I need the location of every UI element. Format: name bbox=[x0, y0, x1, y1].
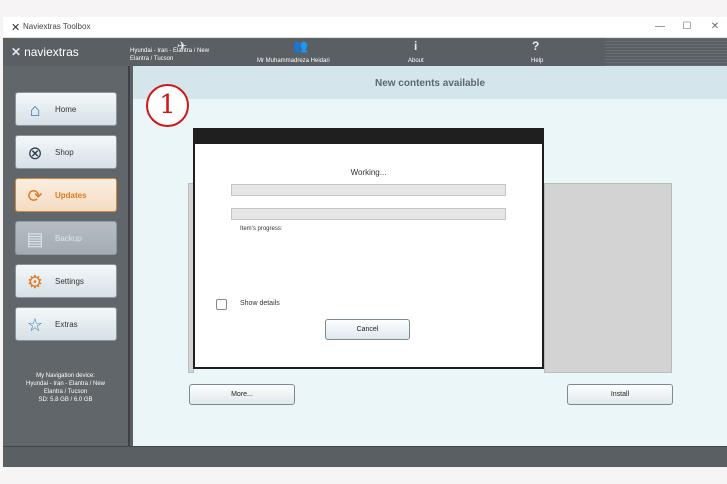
install-button[interactable]: Install bbox=[567, 384, 673, 405]
user-name: Mr Muhammadreza Heidari bbox=[257, 58, 330, 64]
sidebar-item-backup[interactable]: ▤ Backup bbox=[15, 221, 117, 255]
sidebar-item-label: Shop bbox=[55, 148, 74, 157]
content-details-panel bbox=[544, 183, 672, 373]
status-bar bbox=[3, 446, 727, 467]
show-details-label[interactable]: Show details bbox=[240, 300, 280, 307]
sidebar-item-label: Settings bbox=[55, 277, 84, 286]
naviextras-logo: ✕ naviextras bbox=[11, 45, 79, 59]
about-label: About bbox=[408, 58, 424, 64]
item-progress-bar bbox=[231, 208, 506, 220]
step-number-annotation: 1 bbox=[146, 84, 189, 127]
show-details-checkbox[interactable] bbox=[216, 299, 227, 310]
minimize-button[interactable]: — bbox=[653, 21, 667, 32]
help-icon: ? bbox=[532, 39, 540, 53]
window-title: Naviextras Toolbox bbox=[23, 22, 91, 31]
device-label[interactable]: Hyundai - Iran - Elantra / New Elantra /… bbox=[130, 47, 230, 63]
backup-icon: ▤ bbox=[26, 229, 44, 249]
top-navigation-bar: ✕ naviextras ✈ Hyundai - Iran - Elantra /… bbox=[3, 38, 727, 66]
sidebar-item-home[interactable]: ⌂ Home bbox=[15, 92, 117, 126]
title-bar: ✕ Naviextras Toolbox — ☐ ✕ bbox=[3, 17, 727, 38]
page-title: New contents available bbox=[374, 78, 486, 89]
help-button[interactable]: ? Help bbox=[525, 38, 551, 66]
info-icon: i bbox=[414, 39, 418, 53]
settings-gear-icon: ⚙ bbox=[26, 272, 44, 292]
help-label: Help bbox=[531, 58, 544, 64]
logo-x-icon: ✕ bbox=[11, 45, 22, 59]
star-icon: ☆ bbox=[26, 315, 44, 335]
cancel-button[interactable]: Cancel bbox=[325, 319, 410, 340]
dialog-title-bar bbox=[195, 130, 542, 144]
close-button[interactable]: ✕ bbox=[708, 21, 722, 32]
maximize-button[interactable]: ☐ bbox=[680, 21, 694, 32]
progress-dialog: Working... Item's progress: Show details… bbox=[193, 128, 544, 369]
user-icon: 👥 bbox=[293, 39, 308, 53]
updates-icon: ⟳ bbox=[27, 186, 43, 206]
shop-icon: ⊗ bbox=[27, 143, 43, 163]
more-button[interactable]: More... bbox=[189, 384, 295, 405]
sidebar-item-settings[interactable]: ⚙ Settings bbox=[15, 264, 117, 298]
sidebar-item-extras[interactable]: ☆ Extras bbox=[15, 307, 117, 341]
home-icon: ⌂ bbox=[29, 100, 41, 120]
header-pattern bbox=[605, 38, 727, 66]
sidebar-item-label: Extras bbox=[55, 320, 78, 329]
sidebar-item-shop[interactable]: ⊗ Shop bbox=[15, 135, 117, 169]
sidebar: ⌂ Home ⊗ Shop ⟳ Updates ▤ Backup ⚙ Setti… bbox=[3, 66, 130, 446]
working-status: Working... bbox=[350, 168, 387, 177]
app-icon: ✕ bbox=[11, 22, 21, 34]
overall-progress-bar bbox=[231, 184, 506, 196]
user-profile-button[interactable]: 👥 Mr Muhammadreza Heidari bbox=[253, 38, 348, 66]
item-progress-label: Item's progress: bbox=[240, 226, 283, 232]
sidebar-item-label: Home bbox=[55, 105, 77, 114]
about-button[interactable]: i About bbox=[403, 38, 433, 66]
sidebar-item-updates[interactable]: ⟳ Updates bbox=[15, 178, 117, 212]
navigation-device-info: My Navigation device: Hyundai - Iran - E… bbox=[25, 373, 106, 403]
sidebar-item-label: Backup bbox=[55, 234, 82, 243]
sidebar-item-label: Updates bbox=[55, 191, 87, 200]
